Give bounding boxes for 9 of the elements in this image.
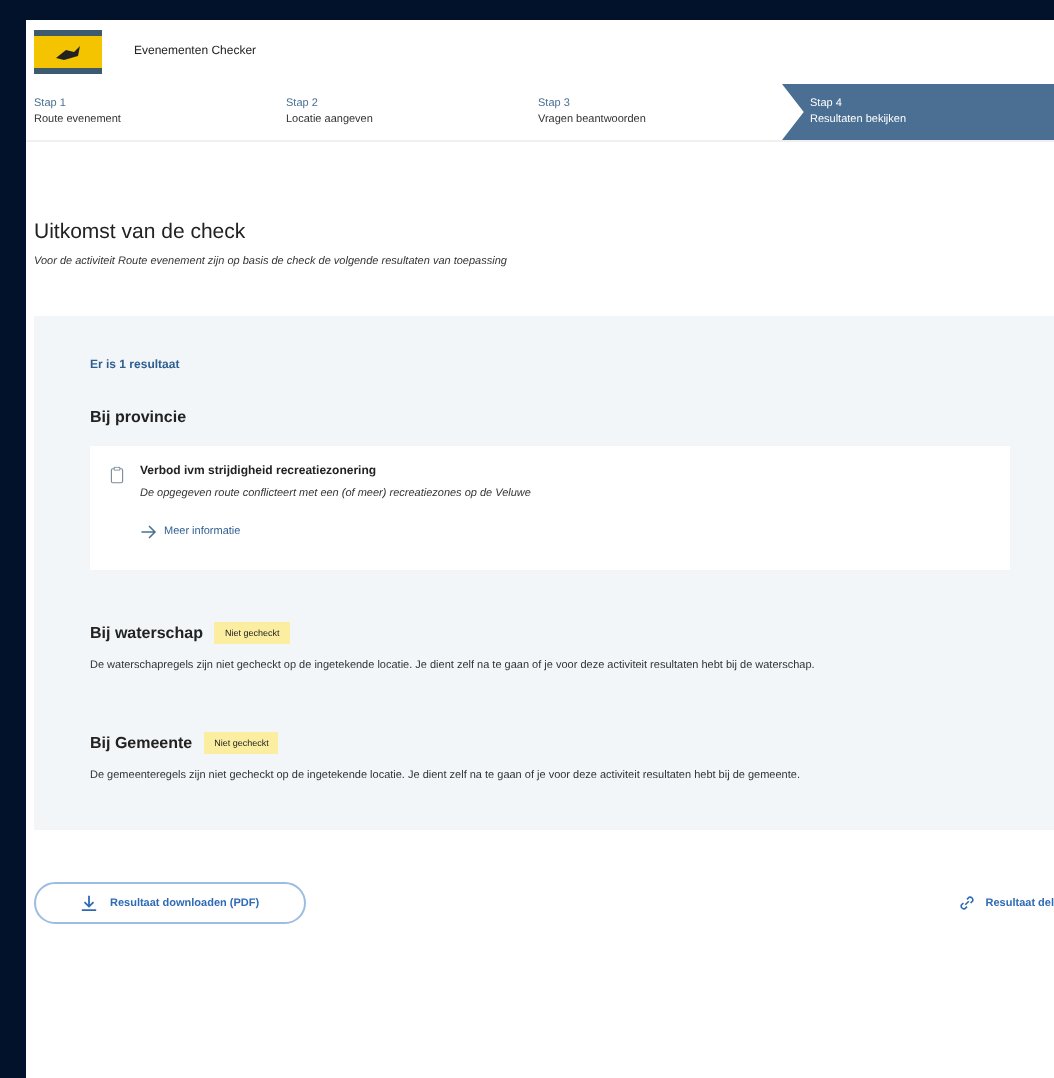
logo-icon — [34, 30, 102, 74]
document-icon — [110, 466, 124, 484]
section-title: Bij waterschap — [90, 624, 203, 642]
link-icon — [957, 894, 976, 912]
page-heading: Uitkomst van de check — [34, 220, 248, 244]
section-title: Bij Gemeente — [90, 734, 193, 752]
section-title: Bij provincie — [90, 408, 187, 426]
download-icon — [80, 894, 98, 912]
arrow-icon — [140, 524, 158, 540]
